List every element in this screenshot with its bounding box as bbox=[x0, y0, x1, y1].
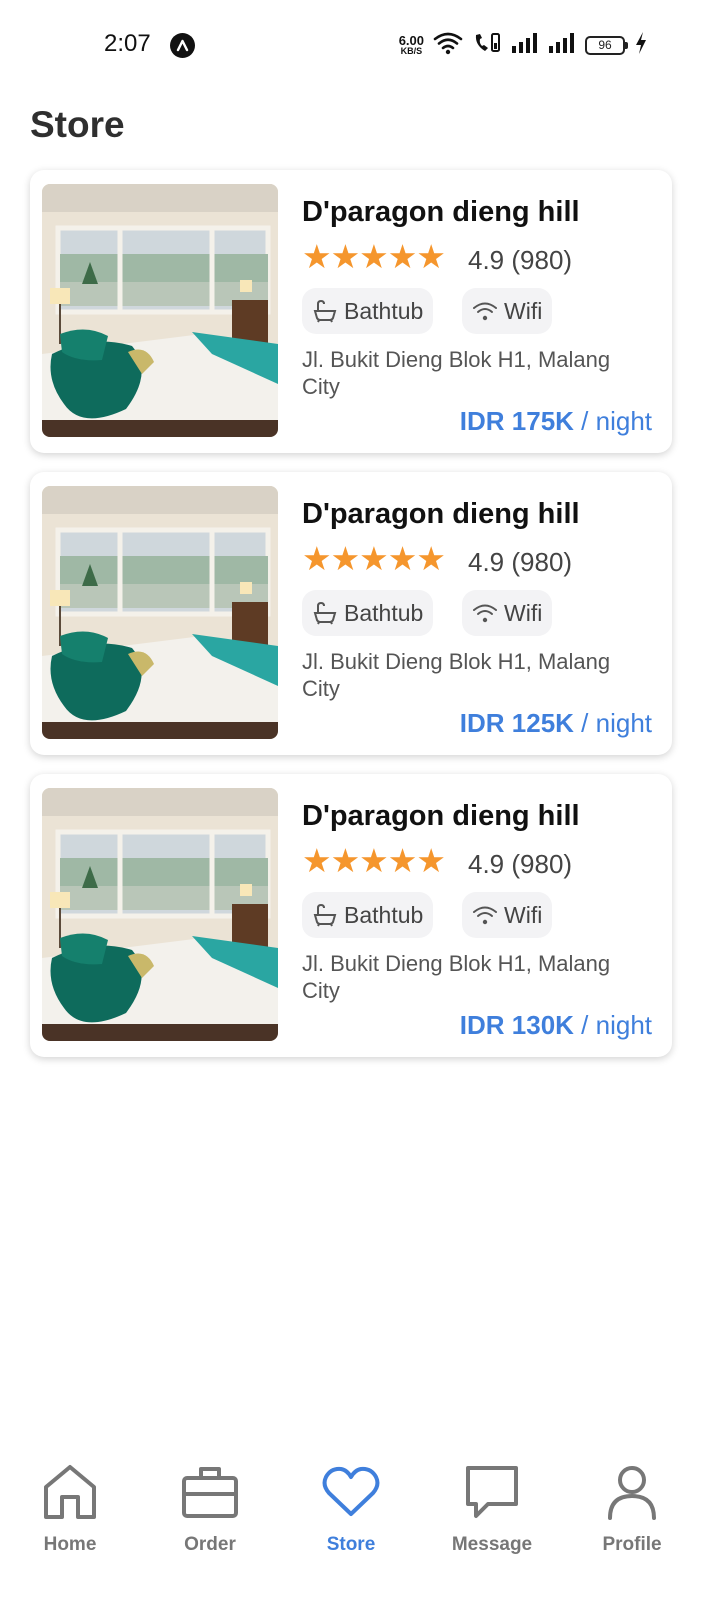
status-time: 2:07 bbox=[104, 30, 151, 57]
hotel-price: IDR 175K / night bbox=[460, 406, 652, 437]
notification-app-icon bbox=[170, 33, 195, 58]
status-bar: 2:07 6.00 KB/S 96 bbox=[0, 0, 716, 90]
hotel-name: D'paragon dieng hill bbox=[302, 800, 580, 832]
star-rating-icon: ★★★★★ bbox=[302, 842, 446, 879]
status-icons: 6.00 KB/S 96 bbox=[399, 31, 648, 59]
amenity-wifi: Wifi bbox=[462, 288, 553, 334]
briefcase-icon bbox=[181, 1460, 239, 1524]
amenity-label: Wifi bbox=[504, 901, 543, 928]
nav-label: Store bbox=[326, 1534, 376, 1555]
amenity-bathtub: Bathtub bbox=[302, 288, 434, 334]
hotel-photo bbox=[42, 788, 278, 1041]
signal-sim1-icon bbox=[511, 32, 539, 59]
amenity-label: Bathtub bbox=[344, 599, 424, 626]
user-icon bbox=[607, 1460, 657, 1524]
nav-label: Order bbox=[184, 1534, 236, 1555]
price-unit: / night bbox=[581, 406, 652, 436]
wifi-icon bbox=[472, 602, 498, 624]
bathtub-icon bbox=[312, 601, 338, 625]
price-amount: IDR 175K bbox=[459, 406, 574, 436]
page-title: Store bbox=[30, 104, 125, 145]
star-rating-icon: ★★★★★ bbox=[302, 540, 446, 577]
hotel-address: Jl. Bukit Dieng Blok H1, Malang City bbox=[302, 347, 611, 399]
battery-level: 96 bbox=[598, 38, 612, 52]
bathtub-icon bbox=[312, 299, 338, 323]
price-unit: / night bbox=[581, 708, 652, 738]
wifi-icon bbox=[472, 904, 498, 926]
store-screen: 2:07 6.00 KB/S 96 Store D'paragon dieng … bbox=[0, 0, 716, 1600]
amenity-bathtub: Bathtub bbox=[302, 590, 434, 636]
hotel-address: Jl. Bukit Dieng Blok H1, Malang City bbox=[302, 951, 611, 1003]
amenity-label: Wifi bbox=[504, 297, 543, 324]
wifi-icon bbox=[472, 300, 498, 322]
hotel-card[interactable]: D'paragon dieng hill ★★★★★ 4.9 (980) Bat… bbox=[30, 472, 672, 755]
nav-store[interactable]: Store bbox=[281, 1460, 421, 1580]
hotel-card[interactable]: D'paragon dieng hill ★★★★★ 4.9 (980) Bat… bbox=[30, 170, 672, 453]
nav-profile[interactable]: Profile bbox=[562, 1460, 702, 1580]
rating-text: 4.9 (980) bbox=[468, 849, 573, 879]
amenity-label: Bathtub bbox=[344, 901, 424, 928]
nav-label: Home bbox=[43, 1534, 97, 1555]
bottom-nav: Home Order Store Message Profile bbox=[0, 1450, 716, 1600]
star-rating-icon: ★★★★★ bbox=[302, 238, 446, 275]
hotel-photo bbox=[42, 486, 278, 739]
amenity-bathtub: Bathtub bbox=[302, 892, 434, 938]
chat-icon bbox=[464, 1460, 520, 1524]
volte-call-icon bbox=[472, 31, 502, 60]
heart-icon bbox=[322, 1460, 380, 1524]
signal-sim2-icon bbox=[548, 32, 576, 59]
network-speed: 6.00 KB/S bbox=[399, 34, 424, 56]
nav-label: Profile bbox=[602, 1534, 662, 1555]
charging-icon bbox=[634, 31, 648, 60]
amenity-label: Wifi bbox=[504, 599, 543, 626]
amenity-label: Bathtub bbox=[344, 297, 424, 324]
bathtub-icon bbox=[312, 903, 338, 927]
rating-text: 4.9 (980) bbox=[468, 245, 573, 275]
amenity-wifi: Wifi bbox=[462, 892, 553, 938]
hotel-card[interactable]: D'paragon dieng hill ★★★★★ 4.9 (980) Bat… bbox=[30, 774, 672, 1057]
amenity-wifi: Wifi bbox=[462, 590, 553, 636]
price-amount: IDR 130K bbox=[459, 1010, 574, 1040]
rating-text: 4.9 (980) bbox=[468, 547, 573, 577]
nav-order[interactable]: Order bbox=[140, 1460, 280, 1580]
battery-icon: 96 bbox=[585, 35, 628, 55]
nav-home[interactable]: Home bbox=[0, 1460, 140, 1580]
hotel-price: IDR 125K / night bbox=[460, 708, 652, 739]
hotel-address: Jl. Bukit Dieng Blok H1, Malang City bbox=[302, 649, 611, 701]
nav-message[interactable]: Message bbox=[422, 1460, 562, 1580]
hotel-price: IDR 130K / night bbox=[460, 1010, 652, 1041]
hotel-name: D'paragon dieng hill bbox=[302, 498, 580, 530]
nav-label: Message bbox=[451, 1534, 533, 1555]
price-unit: / night bbox=[581, 1010, 652, 1040]
hotel-photo bbox=[42, 184, 278, 437]
price-amount: IDR 125K bbox=[459, 708, 574, 738]
home-icon bbox=[42, 1460, 98, 1524]
wifi-status-icon bbox=[433, 31, 463, 60]
hotel-name: D'paragon dieng hill bbox=[302, 196, 580, 228]
network-speed-unit: KB/S bbox=[400, 46, 423, 56]
